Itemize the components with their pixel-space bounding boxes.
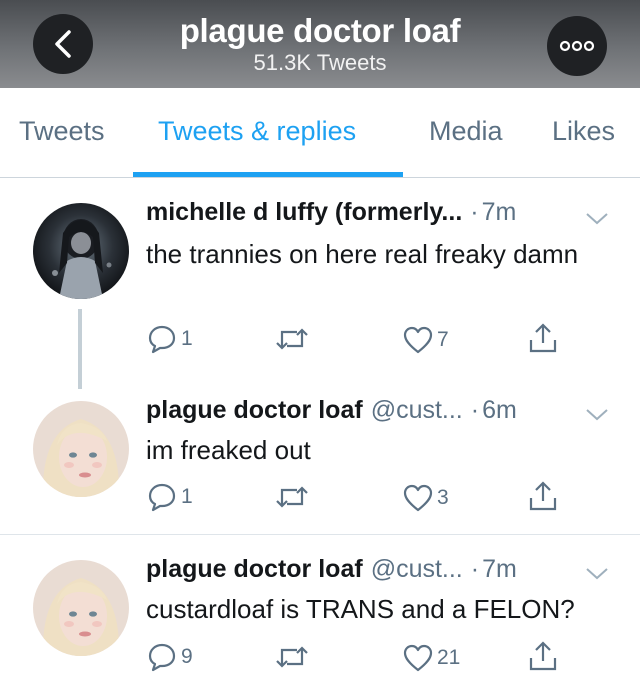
reply-count: 1: [181, 485, 193, 508]
retweet-icon: [276, 486, 308, 508]
retweet-button[interactable]: [275, 326, 313, 352]
like-count: 3: [437, 486, 449, 509]
tab-media[interactable]: Media: [429, 116, 503, 147]
reply-count: 1: [181, 327, 193, 350]
separator-dot: ·: [470, 396, 480, 424]
retweet-button[interactable]: [275, 644, 313, 670]
reply-button[interactable]: 9: [147, 642, 193, 672]
share-icon[interactable]: [528, 322, 558, 354]
share-icon[interactable]: [528, 480, 558, 512]
user-handle[interactable]: @cust...: [371, 396, 463, 425]
heart-icon: [403, 326, 433, 354]
separator-dot: ·: [470, 555, 480, 583]
tweet-header: plague doctor loaf @cust... · 7m: [146, 555, 517, 591]
timestamp[interactable]: 7m: [482, 555, 517, 584]
profile-header: plague doctor loaf 51.3K Tweets: [0, 0, 640, 88]
timestamp[interactable]: 6m: [482, 396, 517, 425]
separator-dot: ·: [470, 198, 479, 226]
profile-name-title: plague doctor loaf: [179, 12, 461, 49]
reply-icon: [148, 325, 176, 354]
like-count: 7: [437, 328, 449, 351]
display-name[interactable]: plague doctor loaf: [146, 555, 363, 584]
display-name[interactable]: michelle d luffy (formerly...: [146, 198, 462, 227]
retweet-icon: [276, 646, 308, 668]
tab-tweets[interactable]: Tweets: [19, 116, 105, 147]
tab-likes[interactable]: Likes: [552, 116, 615, 147]
like-button[interactable]: 3: [403, 484, 449, 512]
reply-button[interactable]: 1: [147, 324, 193, 354]
more-dots-icon: [559, 40, 595, 52]
tweet-header: michelle d luffy (formerly... · 7m: [146, 198, 516, 234]
avatar[interactable]: [33, 560, 129, 656]
chevron-down-icon[interactable]: [585, 408, 609, 422]
retweet-icon: [276, 328, 308, 350]
like-button[interactable]: 7: [403, 326, 449, 354]
avatar[interactable]: [33, 203, 129, 299]
timestamp[interactable]: 7m: [482, 198, 517, 227]
reply-icon: [148, 483, 176, 512]
heart-icon: [403, 484, 433, 512]
retweet-button[interactable]: [275, 484, 313, 510]
profile-tabs: Tweets Tweets & replies Media Likes: [0, 88, 640, 178]
user-handle[interactable]: @cust...: [371, 555, 463, 584]
tweet-text: im freaked out: [146, 435, 311, 465]
reply-icon: [148, 643, 176, 672]
reply-button[interactable]: 1: [147, 482, 193, 512]
display-name[interactable]: plague doctor loaf: [146, 396, 363, 425]
chevron-down-icon[interactable]: [585, 212, 609, 226]
tab-tweets-and-replies[interactable]: Tweets & replies: [158, 116, 356, 147]
tweet-count: 51.3K Tweets: [253, 50, 387, 75]
tweet-divider: [0, 534, 640, 535]
avatar[interactable]: [33, 401, 129, 497]
share-icon[interactable]: [528, 640, 558, 672]
tweet-text: custardloaf is TRANS and a FELON?: [146, 594, 575, 624]
like-count: 21: [437, 646, 461, 669]
thread-connector: [78, 309, 82, 389]
like-button[interactable]: 21: [403, 644, 460, 672]
tweet-header: plague doctor loaf @cust... · 6m: [146, 396, 517, 432]
tweet-text: the trannies on here real freaky damn: [146, 239, 579, 269]
reply-count: 9: [181, 645, 193, 668]
active-tab-indicator: [133, 172, 403, 177]
heart-icon: [403, 644, 433, 672]
more-options-button[interactable]: [547, 16, 607, 76]
chevron-down-icon[interactable]: [585, 567, 609, 581]
